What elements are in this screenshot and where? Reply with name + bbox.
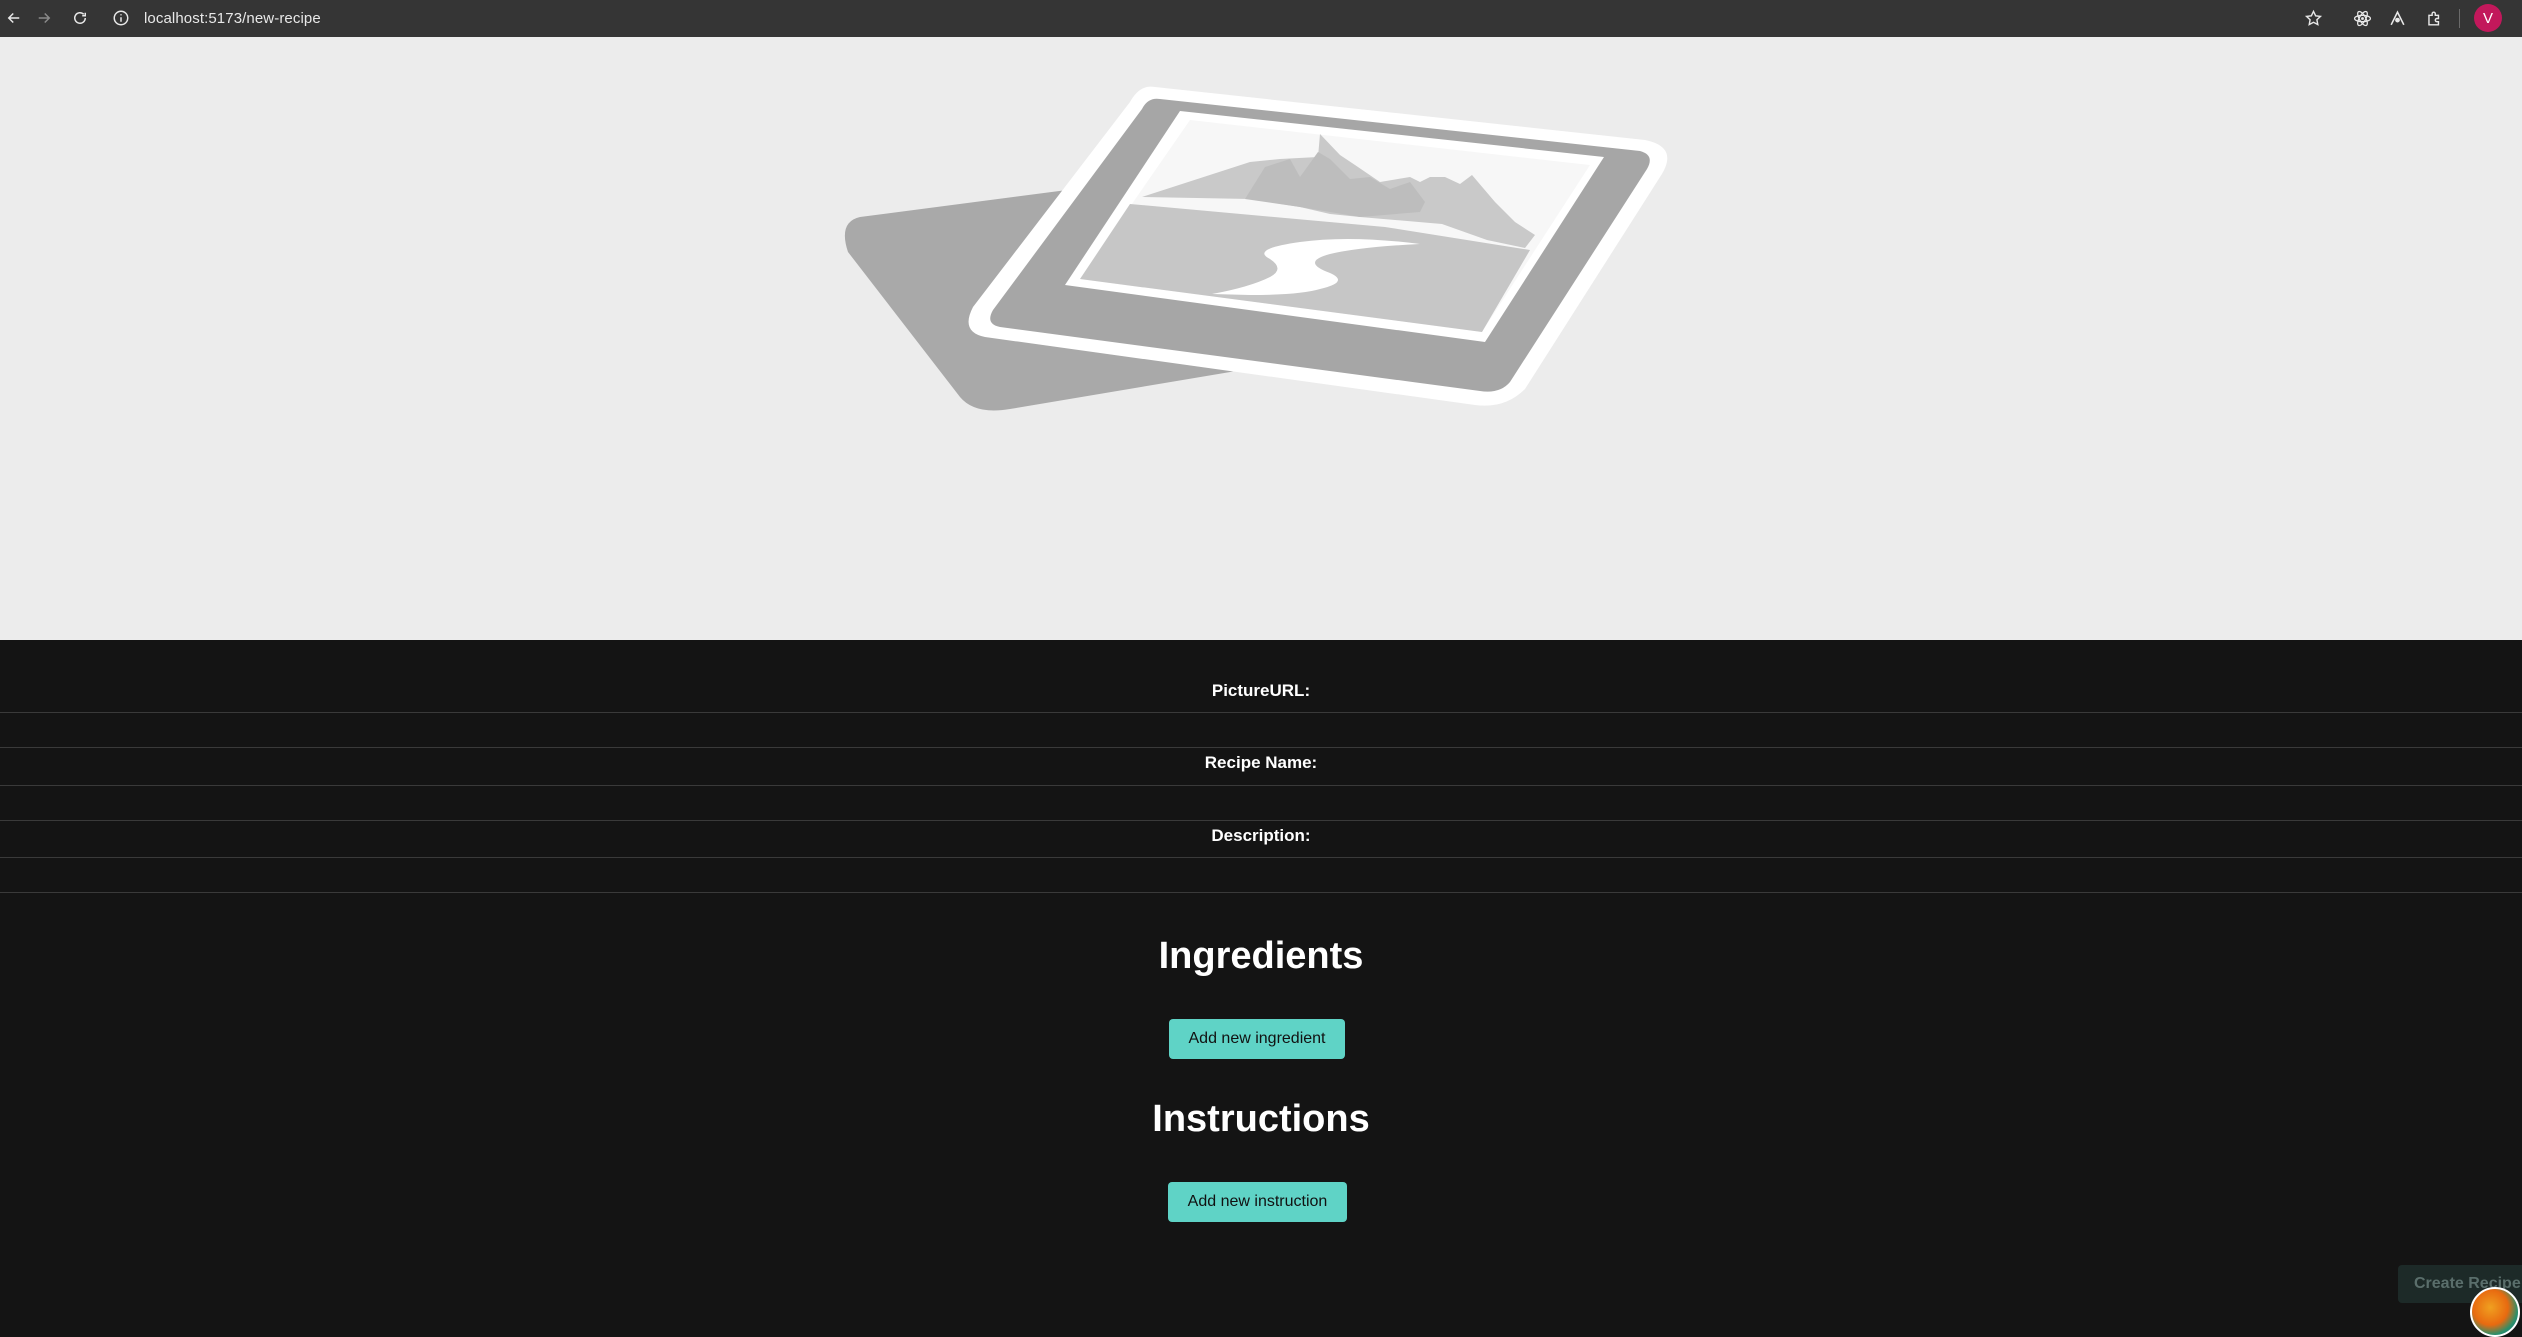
react-devtools-icon (2353, 10, 2371, 26)
arrow-right-icon (38, 12, 51, 24)
picture-url-input[interactable] (0, 712, 2522, 748)
extension-icon (2389, 9, 2405, 25)
back-button[interactable] (0, 4, 28, 32)
toolbar-divider (2459, 9, 2460, 28)
picture-url-label: PictureURL: (1211, 681, 1311, 700)
info-icon[interactable] (112, 9, 130, 27)
star-icon (2304, 9, 2322, 26)
description-label: Description: (1211, 826, 1311, 845)
add-instruction-button[interactable]: Add new instruction (1168, 1182, 1347, 1222)
image-placeholder-icon (844, 86, 1668, 411)
forward-button[interactable] (30, 4, 58, 32)
extension-button[interactable] (2383, 4, 2411, 32)
recipe-name-label: Recipe Name: (1204, 753, 1318, 772)
extensions-menu-button[interactable] (2420, 4, 2448, 32)
react-devtools-button[interactable] (2348, 4, 2376, 32)
browser-toolbar: localhost:5173/new-recipe V (0, 0, 2522, 37)
recipe-image-placeholder (0, 37, 2522, 640)
arrow-left-icon (7, 12, 20, 24)
ingredients-heading: Ingredients (1158, 935, 1364, 977)
reload-icon (74, 12, 86, 24)
floating-avatar-icon[interactable] (2470, 1287, 2520, 1337)
url-text[interactable]: localhost:5173/new-recipe (144, 10, 321, 27)
puzzle-icon (2427, 11, 2439, 26)
bookmark-button[interactable] (2299, 4, 2327, 32)
reload-button[interactable] (66, 4, 94, 32)
instructions-heading: Instructions (1152, 1098, 1370, 1140)
profile-avatar[interactable]: V (2474, 4, 2502, 32)
description-input[interactable] (0, 857, 2522, 893)
address-bar[interactable]: localhost:5173/new-recipe (112, 3, 2312, 33)
recipe-name-input[interactable] (0, 785, 2522, 821)
add-ingredient-button[interactable]: Add new ingredient (1169, 1019, 1345, 1059)
